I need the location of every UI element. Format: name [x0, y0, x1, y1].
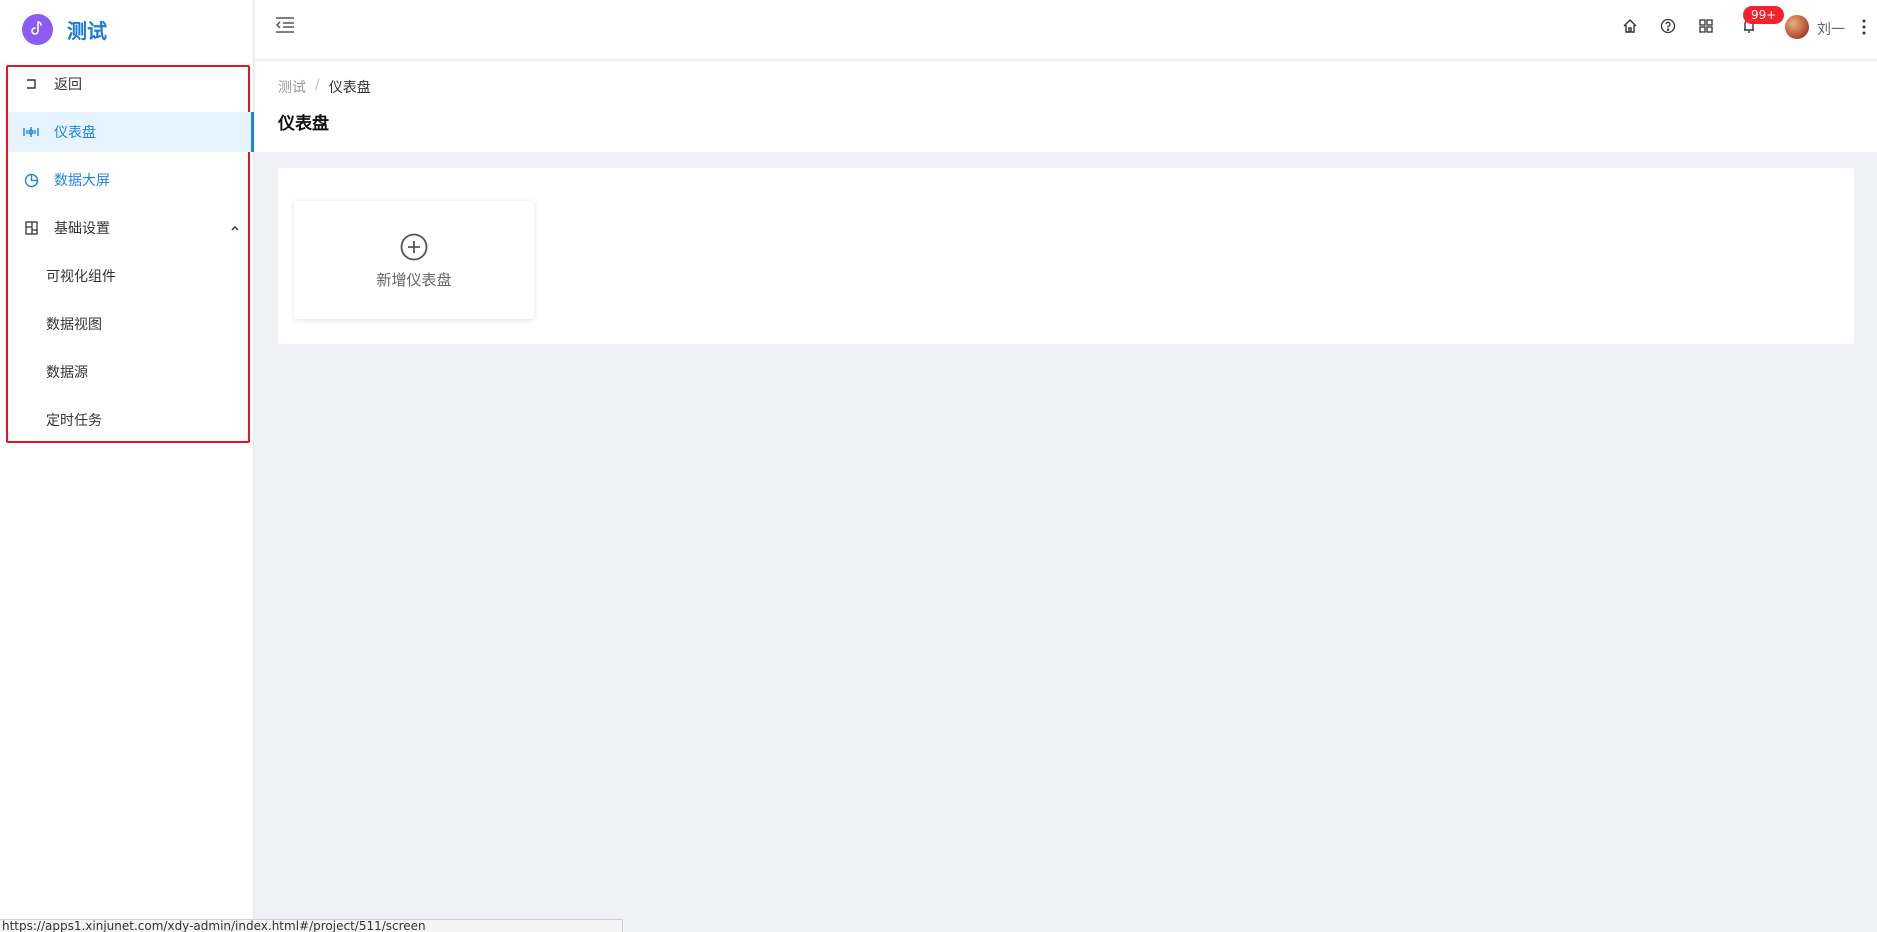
plus-circle-icon [400, 233, 428, 261]
back-icon [23, 76, 39, 92]
sidebar-item-basic-settings[interactable]: 基础设置 [8, 208, 254, 248]
help-icon[interactable] [1659, 17, 1677, 35]
sidebar-subitem-visual-components[interactable]: 可视化组件 [8, 256, 248, 296]
brand-logo-icon [22, 13, 53, 45]
sidebar-item-label: 基础设置 [54, 221, 110, 237]
sidebar-subitem-label: 数据视图 [46, 317, 102, 333]
chevron-up-icon [230, 221, 240, 237]
sidebar-subitem-label: 定时任务 [46, 413, 102, 429]
dashboard-icon [23, 124, 39, 140]
brand-title: 测试 [67, 18, 107, 43]
add-dashboard-button[interactable]: 新增仪表盘 [294, 201, 534, 319]
breadcrumb: 测试 / 仪表盘 [278, 77, 371, 97]
avatar[interactable] [1785, 15, 1809, 39]
more-icon[interactable] [1862, 17, 1866, 37]
sidebar-subitem-scheduled-tasks[interactable]: 定时任务 [8, 400, 248, 440]
username[interactable]: 刘一 [1817, 19, 1845, 39]
back-label: 返回 [54, 77, 82, 93]
breadcrumb-item-current: 仪表盘 [328, 80, 371, 96]
back-button[interactable]: 返回 [8, 64, 254, 104]
sidebar-item-dashboard[interactable]: 仪表盘 [8, 112, 254, 152]
brand[interactable]: 测试 [0, 0, 253, 58]
sidebar-subitem-data-source[interactable]: 数据源 [8, 352, 248, 392]
sidebar-item-data-screen[interactable]: 数据大屏 [8, 160, 254, 200]
breadcrumb-separator: / [315, 77, 320, 93]
menu-collapse-icon[interactable] [275, 16, 295, 34]
breadcrumb-item-project[interactable]: 测试 [278, 77, 306, 97]
sidebar: 测试 返回 仪表盘 数据大屏 基础设置 可视化组件 数据视图 数据源 定时任务 [0, 0, 254, 932]
sidebar-item-label: 仪表盘 [54, 125, 96, 141]
apps-icon[interactable] [1697, 17, 1715, 35]
status-bar-url: https://apps1.xinjunet.com/xdy-admin/ind… [0, 919, 623, 932]
page-header: 测试 / 仪表盘 仪表盘 [255, 61, 1877, 152]
add-dashboard-label: 新增仪表盘 [376, 271, 452, 289]
sidebar-subitem-label: 数据源 [46, 365, 88, 381]
notification-badge: 99+ [1743, 6, 1785, 24]
home-icon[interactable] [1621, 17, 1639, 35]
sidebar-item-label: 数据大屏 [54, 173, 110, 189]
sidebar-subitem-data-view[interactable]: 数据视图 [8, 304, 248, 344]
page-title: 仪表盘 [278, 114, 329, 134]
settings-icon [23, 220, 39, 236]
sidebar-subitem-label: 可视化组件 [46, 269, 116, 285]
pie-chart-icon [23, 172, 39, 188]
